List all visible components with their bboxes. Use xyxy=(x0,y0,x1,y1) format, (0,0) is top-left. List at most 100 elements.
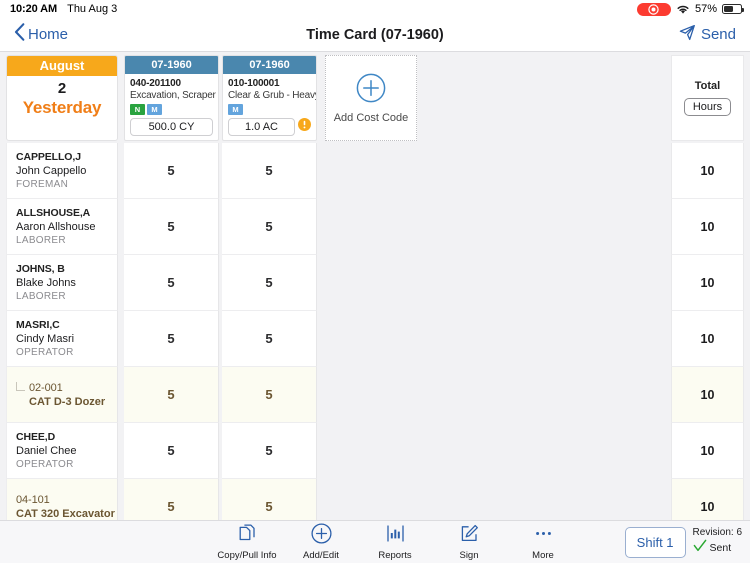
row-name: Cindy Masri xyxy=(16,333,74,345)
row-total: 10 xyxy=(701,500,715,514)
plus-circle-icon xyxy=(356,73,386,108)
table-row-equipment[interactable]: 02-001 CAT D-3 Dozer 5 5 10 xyxy=(0,367,750,423)
row-label-cell[interactable]: MASRI,C Cindy Masri OPERATOR xyxy=(6,311,118,367)
add-edit-button[interactable]: Add/Edit xyxy=(284,523,358,561)
badge-m: M xyxy=(147,104,162,115)
chevron-left-icon xyxy=(14,23,25,46)
date-card[interactable]: August 2 Yesterday xyxy=(6,55,118,141)
checkmark-icon xyxy=(693,539,707,557)
status-date: Thu Aug 3 xyxy=(67,3,117,15)
hours-cell[interactable]: 5 xyxy=(222,367,317,423)
send-label: Send xyxy=(701,26,736,43)
table-row[interactable]: MASRI,C Cindy Masri OPERATOR 5 5 10 xyxy=(0,311,750,367)
hours-cell[interactable]: 5 xyxy=(222,255,317,311)
hours-cell[interactable]: 5 xyxy=(222,423,317,479)
row-total: 10 xyxy=(701,332,715,346)
hours-cell[interactable]: 5 xyxy=(124,143,219,199)
row-label-cell[interactable]: CHEE,D Daniel Chee OPERATOR xyxy=(6,423,118,479)
hours-value: 5 xyxy=(265,499,272,514)
row-code: ALLSHOUSE,A xyxy=(16,207,90,219)
quantity-field[interactable]: 1.0 AC xyxy=(228,118,295,136)
hours-cell[interactable]: 5 xyxy=(222,143,317,199)
copy-pull-info-button[interactable]: Copy/Pull Info xyxy=(210,523,284,561)
table-row[interactable]: CHEE,D Daniel Chee OPERATOR 5 5 10 xyxy=(0,423,750,479)
more-button[interactable]: More xyxy=(506,523,580,561)
table-row[interactable]: CAPPELLO,J John Cappello FOREMAN 5 5 10 xyxy=(0,143,750,199)
cost-code-number: 040-201100 xyxy=(130,78,213,89)
row-total-cell: 10 xyxy=(671,255,744,311)
total-label: Total xyxy=(695,80,720,92)
date-relative: Yesterday xyxy=(7,97,117,118)
cost-code-badges: N M xyxy=(130,104,213,115)
page-title: Time Card (07-1960) xyxy=(0,27,750,43)
copy-documents-icon xyxy=(237,523,258,549)
cost-code-number: 010-100001 xyxy=(228,78,311,89)
toolbar-label: Copy/Pull Info xyxy=(217,550,276,561)
hours-value: 5 xyxy=(167,387,174,402)
row-total-cell: 10 xyxy=(671,311,744,367)
hours-cell[interactable]: 5 xyxy=(124,367,219,423)
hours-value: 5 xyxy=(167,443,174,458)
hours-cell[interactable]: 5 xyxy=(124,479,219,520)
row-code: MASRI,C xyxy=(16,319,60,331)
row-total: 10 xyxy=(701,444,715,458)
cost-code-badges: M xyxy=(228,104,311,115)
hours-cell[interactable]: 5 xyxy=(124,199,219,255)
row-name: CAT 320 Excavator xyxy=(16,508,115,520)
row-label-cell[interactable]: JOHNS, B Blake Johns LABORER xyxy=(6,255,118,311)
row-total: 10 xyxy=(701,276,715,290)
shift-selector-button[interactable]: Shift 1 xyxy=(625,527,686,558)
toolbar-label: Reports xyxy=(378,550,411,561)
row-total-cell: 10 xyxy=(671,479,744,520)
hours-cell[interactable]: 5 xyxy=(222,479,317,520)
reports-button[interactable]: Reports xyxy=(358,523,432,561)
row-total: 10 xyxy=(701,220,715,234)
hours-value: 5 xyxy=(265,443,272,458)
cost-code-column-1[interactable]: 07-1960 040-201100 Excavation, Scraper N… xyxy=(124,55,219,141)
row-label-cell[interactable]: CAPPELLO,J John Cappello FOREMAN xyxy=(6,143,118,199)
badge-n: N xyxy=(130,104,145,115)
hours-value: 5 xyxy=(265,331,272,346)
status-time: 10:20 AM xyxy=(10,3,57,15)
row-code: CAPPELLO,J xyxy=(16,151,81,163)
row-role: OPERATOR xyxy=(16,347,74,358)
send-button[interactable]: Send xyxy=(679,24,736,45)
hours-cell[interactable]: 5 xyxy=(222,199,317,255)
date-month: August xyxy=(7,56,117,76)
back-to-home-button[interactable]: Home xyxy=(14,23,68,46)
table-row[interactable]: ALLSHOUSE,A Aaron Allshouse LABORER 5 5 … xyxy=(0,199,750,255)
row-name: John Cappello xyxy=(16,165,86,177)
row-role: LABORER xyxy=(16,291,66,302)
row-label-cell[interactable]: 04-101 CAT 320 Excavator xyxy=(6,479,118,520)
row-label-cell[interactable]: 02-001 CAT D-3 Dozer xyxy=(6,367,118,423)
hours-cell[interactable]: 5 xyxy=(124,423,219,479)
cost-code-header: 07-1960 xyxy=(223,56,316,74)
hours-cell[interactable]: 5 xyxy=(222,311,317,367)
hours-cell[interactable]: 5 xyxy=(124,255,219,311)
add-cost-code-button[interactable]: Add Cost Code xyxy=(325,55,417,141)
toolbar-actions: Copy/Pull Info Add/Edit Reports xyxy=(170,523,580,561)
battery-percent: 57% xyxy=(695,3,717,15)
timecard-grid: August 2 Yesterday 07-1960 040-201100 Ex… xyxy=(0,53,750,520)
hours-cell[interactable]: 5 xyxy=(124,311,219,367)
nav-bar: Home Time Card (07-1960) Send xyxy=(0,18,750,52)
table-row-equipment[interactable]: 04-101 CAT 320 Excavator 5 5 10 xyxy=(0,479,750,520)
row-total-cell: 10 xyxy=(671,367,744,423)
warning-icon[interactable] xyxy=(298,118,311,136)
row-total-cell: 10 xyxy=(671,423,744,479)
cost-code-header: 07-1960 xyxy=(125,56,218,74)
table-row[interactable]: JOHNS, B Blake Johns LABORER 5 5 10 xyxy=(0,255,750,311)
hours-value: 5 xyxy=(265,387,272,402)
cost-code-description: Clear & Grub - Heavy xyxy=(228,90,311,101)
row-label-cell[interactable]: ALLSHOUSE,A Aaron Allshouse LABORER xyxy=(6,199,118,255)
bar-chart-icon xyxy=(385,523,406,549)
toolbar-status-group: Shift 1 Revision: 6 Sent xyxy=(625,527,742,558)
quantity-field[interactable]: 500.0 CY xyxy=(130,118,213,136)
sign-button[interactable]: Sign xyxy=(432,523,506,561)
nesting-bracket-icon xyxy=(16,382,25,391)
hours-value: 5 xyxy=(167,275,174,290)
cost-code-column-2[interactable]: 07-1960 010-100001 Clear & Grub - Heavy … xyxy=(222,55,317,141)
revision-status: Revision: 6 Sent xyxy=(693,527,742,557)
hours-unit-button[interactable]: Hours xyxy=(684,98,731,116)
paper-plane-icon xyxy=(679,24,696,45)
